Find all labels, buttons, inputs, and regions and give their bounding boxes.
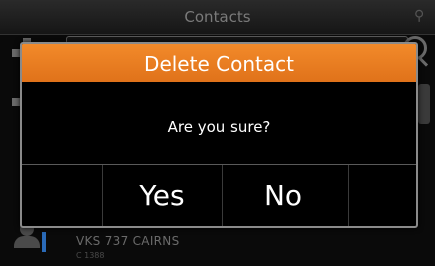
search-icon-handle bbox=[418, 57, 429, 67]
dialog-button-row: Yes No bbox=[22, 165, 416, 226]
app-header: Contacts ⚲ bbox=[0, 0, 435, 35]
screen-title: Contacts bbox=[184, 8, 251, 26]
delete-contact-dialog: Delete Contact Are you sure? Yes No bbox=[20, 42, 418, 228]
scrollbar[interactable] bbox=[418, 84, 430, 124]
no-button[interactable]: No bbox=[218, 165, 348, 226]
list-item-name[interactable]: VKS 737 CAIRNS bbox=[76, 234, 180, 248]
link-icon[interactable]: ⚲ bbox=[414, 8, 424, 24]
button-separator bbox=[348, 165, 349, 226]
list-item-sub: C 1388 bbox=[76, 251, 105, 260]
dialog-header: Delete Contact bbox=[22, 44, 416, 82]
dialog-message: Are you sure? bbox=[167, 118, 271, 136]
yes-button[interactable]: Yes bbox=[102, 165, 222, 226]
contacts-screen: Contacts ⚲ VKS 737 CAIRNS C 1388 Delete … bbox=[0, 0, 435, 266]
dialog-title: Delete Contact bbox=[144, 52, 294, 76]
